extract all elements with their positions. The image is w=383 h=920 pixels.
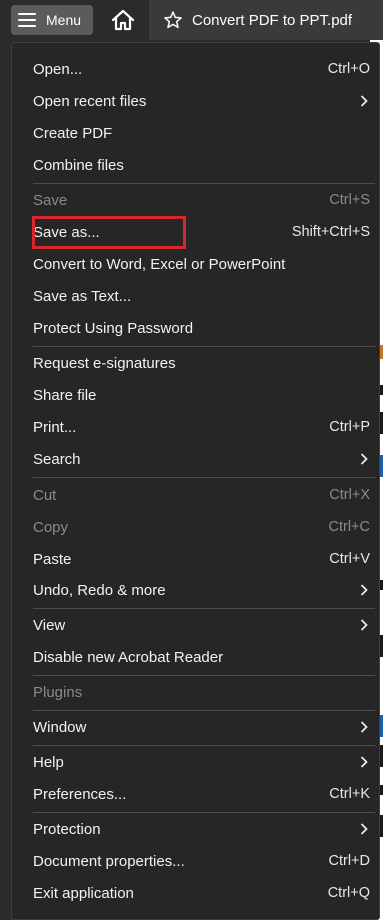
chevron-right-icon bbox=[360, 756, 368, 768]
menu-item-preferences[interactable]: Preferences... Ctrl+K bbox=[33, 779, 370, 809]
menu-item-open[interactable]: Open... Ctrl+O bbox=[33, 54, 370, 84]
menu-item-undo-redo-more[interactable]: Undo, Redo & more bbox=[33, 575, 370, 605]
document-tab[interactable]: Convert PDF to PPT.pdf bbox=[149, 0, 383, 40]
menu-item-view[interactable]: View bbox=[33, 610, 370, 640]
menu-item-paste[interactable]: Paste Ctrl+V bbox=[33, 544, 370, 574]
menu-item-window[interactable]: Window bbox=[33, 712, 370, 742]
menu-item-create-pdf[interactable]: Create PDF bbox=[33, 118, 370, 148]
chevron-right-icon bbox=[360, 95, 368, 107]
menu-divider bbox=[33, 812, 375, 813]
main-menu-dropdown: Open... Ctrl+O Open recent files Create … bbox=[11, 42, 380, 920]
tab-title: Convert PDF to PPT.pdf bbox=[192, 11, 353, 29]
menu-item-document-properties[interactable]: Document properties... Ctrl+D bbox=[33, 846, 370, 876]
menu-divider bbox=[33, 745, 375, 746]
menu-item-open-recent-files[interactable]: Open recent files bbox=[33, 86, 370, 116]
menu-item-request-e-signatures[interactable]: Request e-signatures bbox=[33, 348, 370, 378]
menu-item-print[interactable]: Print... Ctrl+P bbox=[33, 412, 370, 442]
menu-item-save-as[interactable]: Save as... Shift+Ctrl+S bbox=[33, 217, 370, 247]
chevron-right-icon bbox=[360, 453, 368, 465]
home-icon bbox=[111, 9, 135, 31]
home-button[interactable] bbox=[108, 6, 138, 34]
menu-item-help[interactable]: Help bbox=[33, 747, 370, 777]
menu-divider bbox=[33, 710, 375, 711]
menu-item-disable-new-acrobat-reader[interactable]: Disable new Acrobat Reader bbox=[33, 642, 370, 672]
menu-item-plugins: Plugins bbox=[33, 683, 83, 701]
top-toolbar: Menu Convert PDF to PPT.pdf bbox=[0, 0, 383, 40]
menu-item-protection[interactable]: Protection bbox=[33, 814, 370, 844]
chevron-right-icon bbox=[360, 584, 368, 596]
menu-divider bbox=[33, 183, 375, 184]
menu-item-combine-files[interactable]: Combine files bbox=[33, 150, 370, 180]
menu-button[interactable]: Menu bbox=[11, 5, 93, 35]
menu-button-label: Menu bbox=[46, 12, 82, 28]
menu-divider bbox=[33, 346, 375, 347]
menu-divider bbox=[33, 675, 375, 676]
menu-item-protect-using-password[interactable]: Protect Using Password bbox=[33, 313, 370, 343]
menu-item-save-as-text[interactable]: Save as Text... bbox=[33, 281, 370, 311]
chevron-right-icon bbox=[360, 619, 368, 631]
star-icon[interactable] bbox=[163, 10, 183, 30]
menu-item-convert-to-office[interactable]: Convert to Word, Excel or PowerPoint bbox=[33, 249, 370, 279]
menu-item-save: Save Ctrl+S bbox=[33, 191, 370, 209]
menu-item-exit-application[interactable]: Exit application Ctrl+Q bbox=[33, 878, 370, 908]
menu-item-share-file[interactable]: Share file bbox=[33, 380, 370, 410]
menu-item-search[interactable]: Search bbox=[33, 444, 370, 474]
menu-divider bbox=[33, 477, 375, 478]
menu-divider bbox=[33, 608, 375, 609]
menu-item-copy: Copy Ctrl+C bbox=[33, 518, 370, 536]
chevron-right-icon bbox=[360, 721, 368, 733]
hamburger-icon bbox=[18, 13, 36, 27]
menu-item-cut: Cut Ctrl+X bbox=[33, 486, 370, 504]
chevron-right-icon bbox=[360, 823, 368, 835]
